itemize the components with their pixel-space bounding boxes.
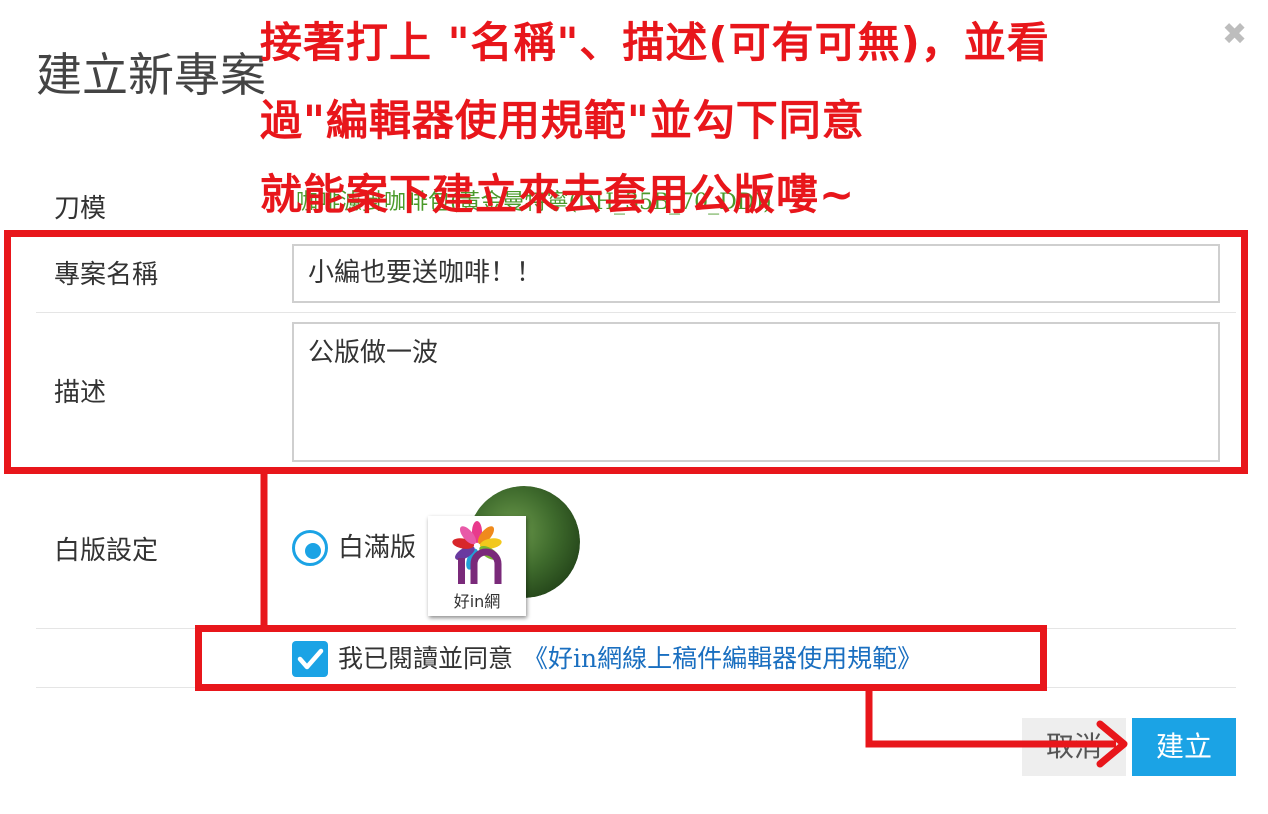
annotation-arrows: [260, 474, 1128, 768]
